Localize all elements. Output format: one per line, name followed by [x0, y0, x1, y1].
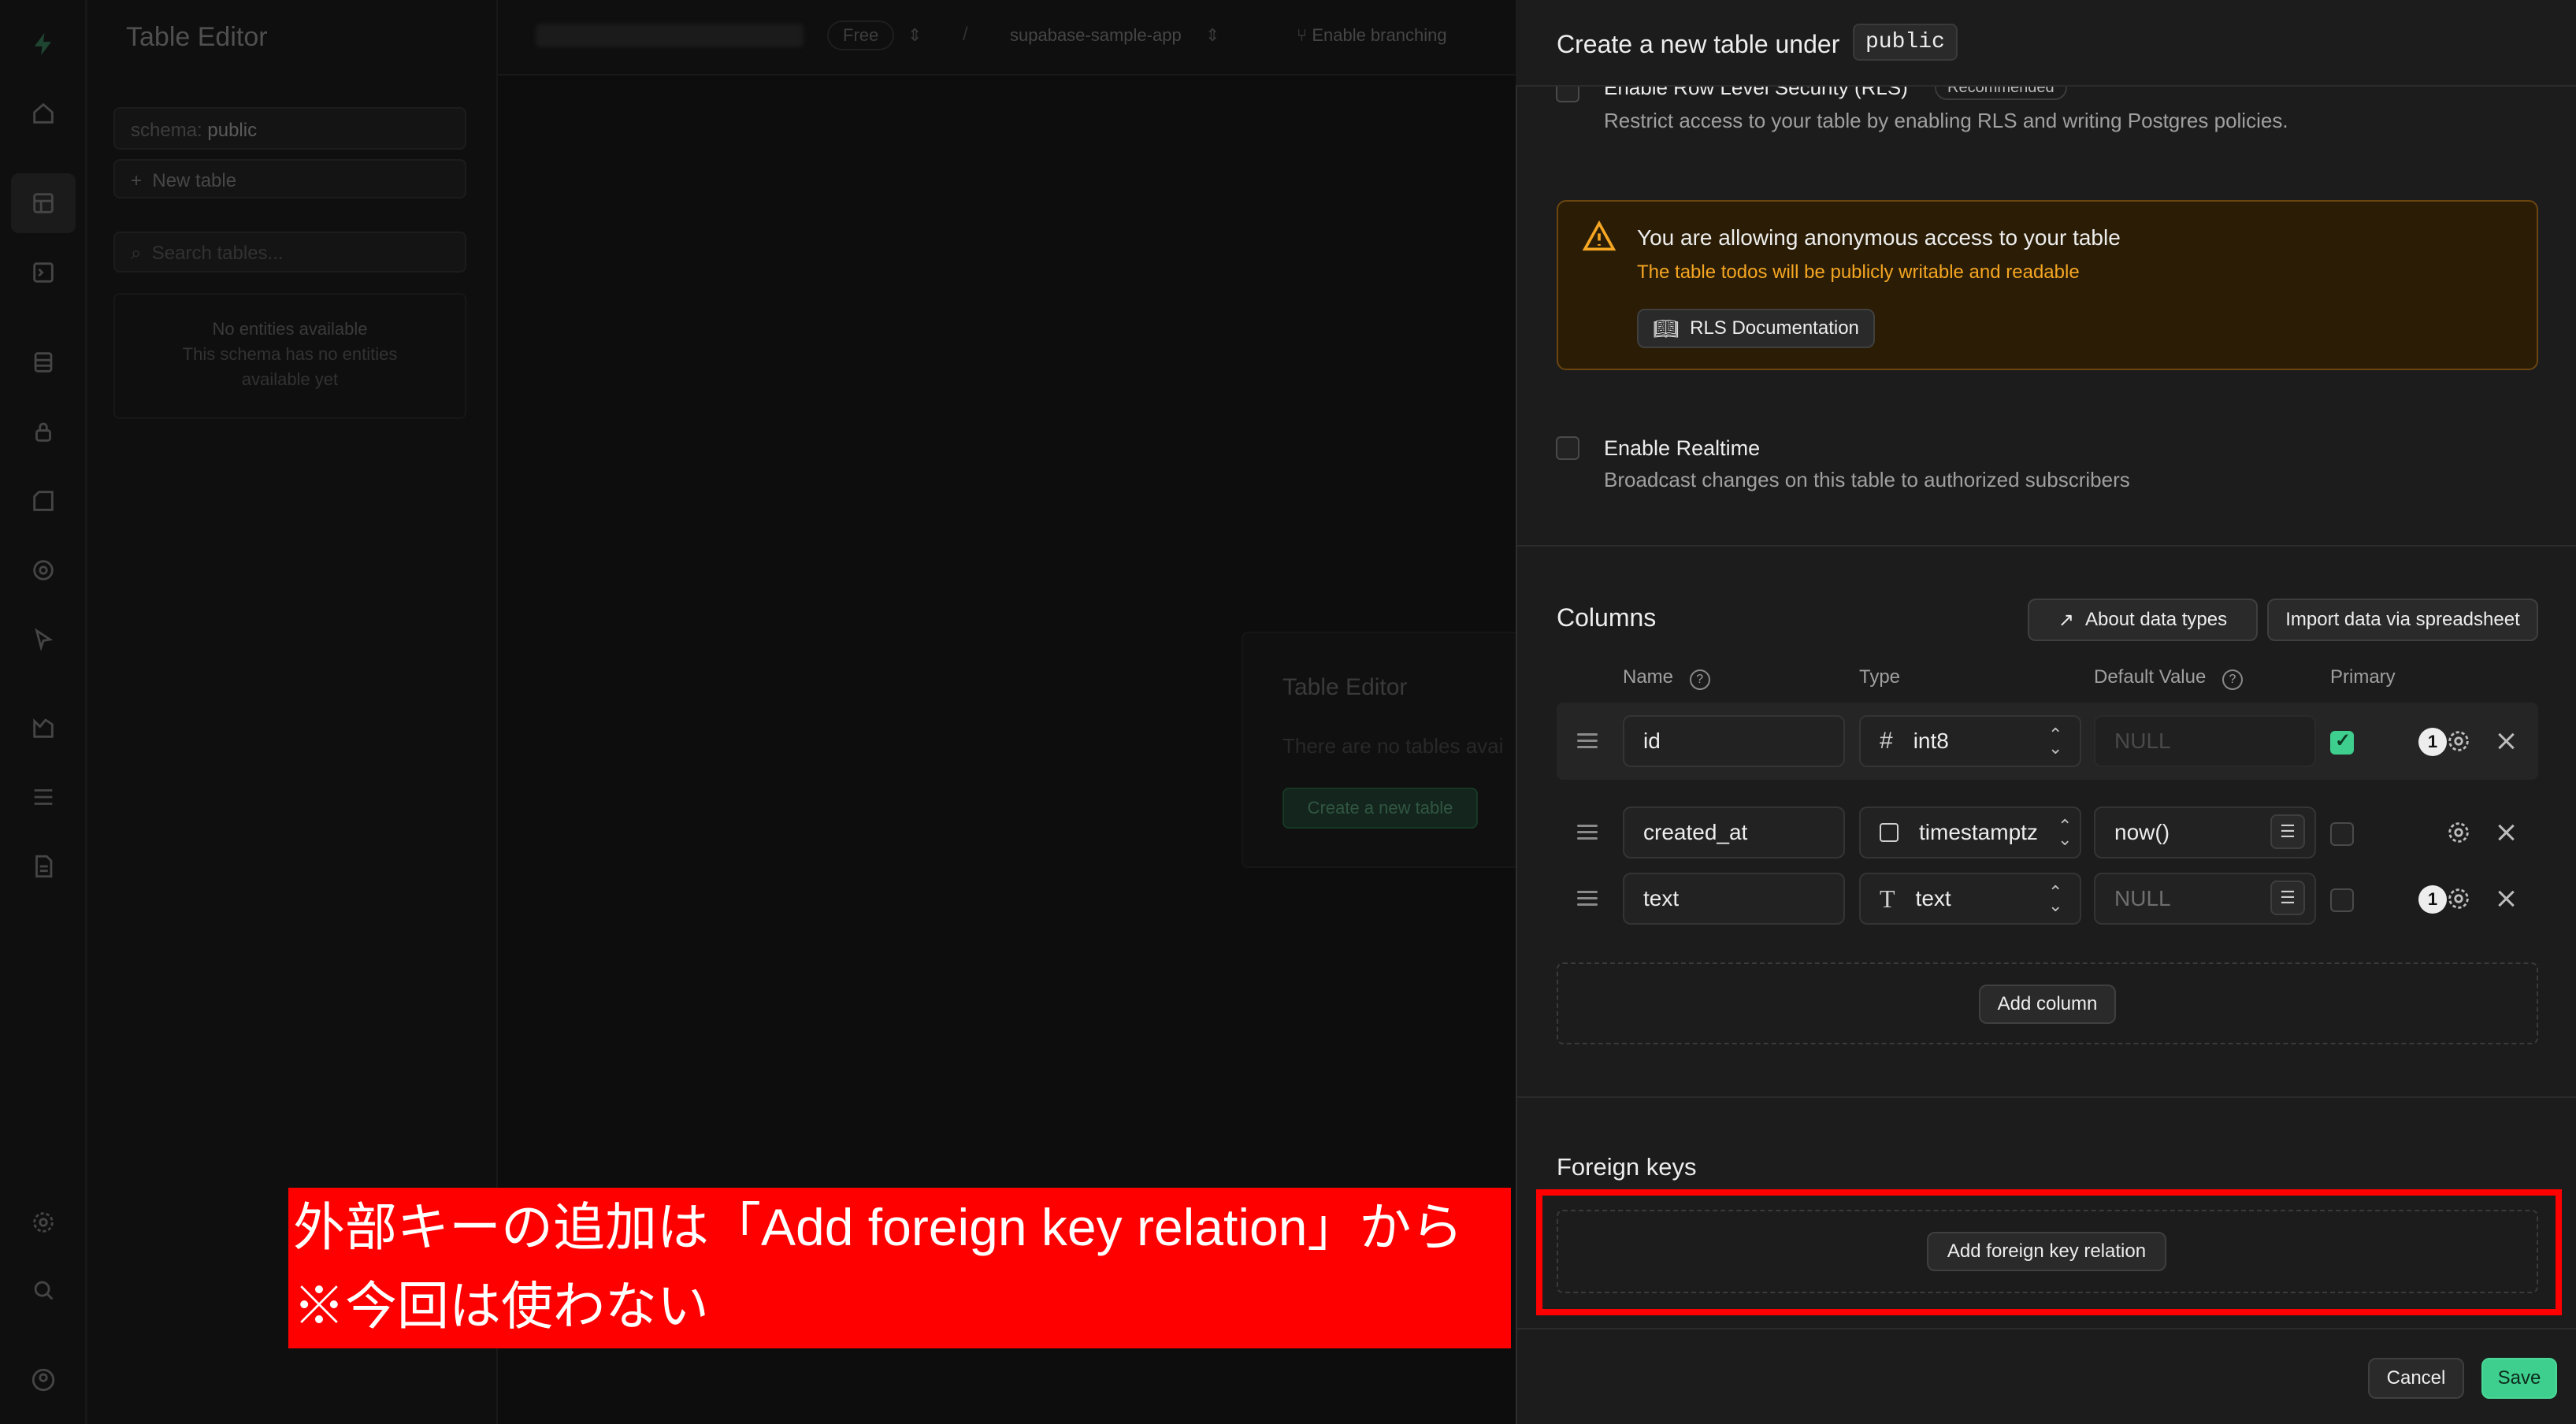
- text-type-icon: T: [1880, 884, 1895, 913]
- close-icon[interactable]: [2494, 887, 2518, 910]
- chevron-updown-icon: ⌃ ⌄: [2048, 882, 2063, 915]
- help-icon: ?: [1689, 669, 1710, 690]
- list-icon[interactable]: ☰: [2270, 881, 2305, 915]
- hash-icon: #: [1880, 728, 1893, 754]
- check-icon: ✓: [2335, 730, 2351, 751]
- rls-documentation-button[interactable]: 📖︎ RLS Documentation: [1637, 309, 1875, 348]
- count-badge: 1: [2418, 728, 2447, 756]
- count-badge: 1: [2418, 885, 2447, 914]
- gear-icon[interactable]: [2445, 728, 2472, 755]
- annotation-highlight-frame: [1536, 1189, 2562, 1315]
- list-icon[interactable]: ☰: [2270, 814, 2305, 849]
- primary-checkbox[interactable]: [2330, 822, 2354, 846]
- column-name-input[interactable]: id: [1623, 715, 1845, 767]
- save-button[interactable]: Save: [2481, 1358, 2557, 1399]
- about-data-types-button[interactable]: ↗ About data types: [2028, 599, 2258, 641]
- drag-handle-icon[interactable]: [1577, 887, 1598, 910]
- panel-header: Create a new table under public: [1516, 0, 2576, 87]
- close-icon[interactable]: [2494, 729, 2518, 753]
- col-header-default: Default Value ?: [2094, 666, 2243, 690]
- column-type-select[interactable]: # int8 ⌃ ⌄: [1859, 715, 2081, 767]
- annotation-callout: 外部キーの追加は「Add foreign key relation」から ※今回…: [288, 1188, 1511, 1348]
- column-type-select[interactable]: Ttext ⌃ ⌄: [1859, 873, 2081, 925]
- chevron-updown-icon: ⌃ ⌄: [2048, 725, 2063, 758]
- annotation-line-1: 外部キーの追加は「Add foreign key relation」から: [293, 1198, 1464, 1256]
- default-value-input[interactable]: NULL: [2094, 715, 2316, 767]
- column-type-select[interactable]: timestamptz ⌃ ⌄: [1859, 807, 2081, 858]
- cancel-button[interactable]: Cancel: [2368, 1358, 2464, 1399]
- calendar-icon: [1880, 823, 1899, 842]
- primary-checkbox[interactable]: ✓: [2330, 730, 2354, 755]
- import-spreadsheet-button[interactable]: Import data via spreadsheet: [2267, 599, 2538, 641]
- col-header-type: Type: [1859, 666, 1901, 688]
- primary-checkbox[interactable]: [2330, 888, 2354, 912]
- warning-triangle-icon: [1582, 221, 1616, 251]
- drag-handle-icon[interactable]: [1577, 821, 1598, 844]
- warning-description: The table todos will be publicly writabl…: [1637, 261, 2080, 283]
- panel-title: Create a new table under: [1557, 30, 1840, 58]
- col-header-primary: Primary: [2330, 666, 2396, 688]
- foreign-keys-title: Foreign keys: [1557, 1153, 1697, 1181]
- book-icon: 📖︎: [1653, 316, 1680, 340]
- realtime-title: Enable Realtime: [1604, 436, 1761, 460]
- divider: [1517, 545, 2576, 547]
- columns-title: Columns: [1557, 603, 1657, 632]
- drag-handle-icon[interactable]: [1577, 729, 1598, 752]
- anonymous-access-warning: You are allowing anonymous access to you…: [1557, 200, 2538, 370]
- realtime-description: Broadcast changes on this table to autho…: [1604, 468, 2130, 491]
- annotation-line-2: ※今回は使わない: [293, 1277, 709, 1335]
- schema-code-tag: public: [1853, 24, 1958, 61]
- warning-title: You are allowing anonymous access to you…: [1637, 225, 2121, 250]
- external-link-icon: ↗: [2058, 609, 2074, 631]
- gear-icon[interactable]: [2445, 885, 2472, 912]
- chevron-updown-icon: ⌃ ⌄: [2058, 816, 2073, 849]
- rls-description: Restrict access to your table by enablin…: [1604, 109, 2288, 132]
- col-header-name: Name ?: [1623, 666, 1710, 690]
- column-name-input[interactable]: created_at: [1623, 807, 1845, 858]
- gear-icon[interactable]: [2445, 819, 2472, 846]
- realtime-checkbox[interactable]: [1556, 436, 1579, 460]
- divider: [1517, 1096, 2576, 1098]
- divider: [1517, 1328, 2576, 1329]
- add-column-button[interactable]: Add column: [1979, 985, 2116, 1024]
- help-icon: ?: [2222, 669, 2243, 690]
- column-name-input[interactable]: text: [1623, 873, 1845, 925]
- close-icon[interactable]: [2494, 821, 2518, 844]
